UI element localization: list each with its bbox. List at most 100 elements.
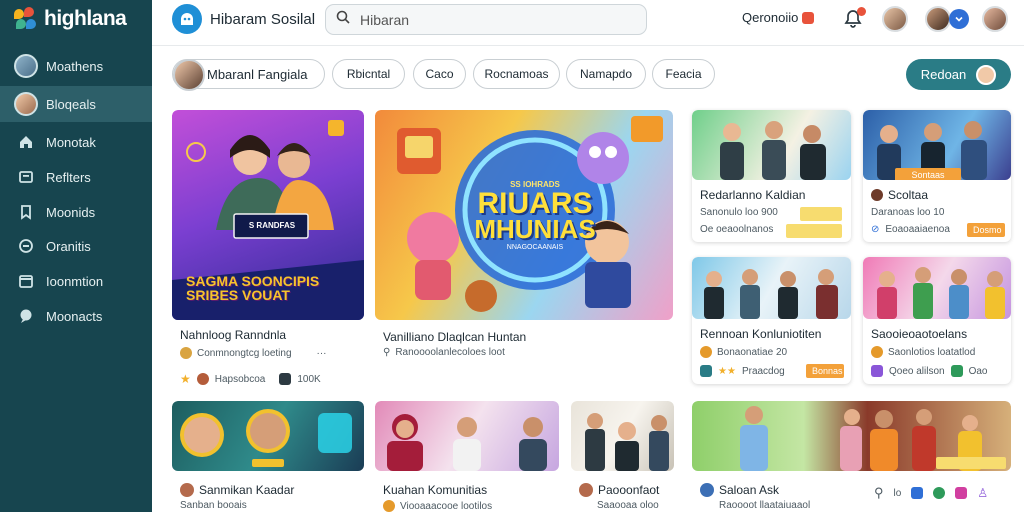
- chevron-down-icon[interactable]: [949, 9, 969, 29]
- card-title: Scoltaa: [871, 188, 928, 202]
- avatar: [976, 64, 997, 85]
- folder-icon: [14, 165, 38, 189]
- sidebar-item-label: Monotak: [46, 134, 96, 150]
- card-thumbnail: [571, 401, 674, 471]
- cta-button[interactable]: Redoan: [906, 59, 1011, 90]
- more-icon[interactable]: ···: [317, 348, 327, 359]
- card-meta-text: Oe oeaoolnanos: [700, 224, 774, 235]
- chip-filter[interactable]: Namapdo: [566, 59, 646, 89]
- chat-icon: [14, 304, 38, 328]
- card-subtitle-text: Viooaaacooe lootilos: [400, 500, 493, 512]
- status-badge: Bonnas: [806, 364, 844, 378]
- sidebar-item-label: Moonacts: [46, 308, 103, 324]
- top-header: Hibaram Sosilal Qeronoiio: [152, 0, 1024, 46]
- thumbnail-headline-2: MHUNIAS: [474, 214, 596, 244]
- brand[interactable]: Hibaram Sosilal: [172, 4, 315, 34]
- content-card[interactable]: Kuahan Komunitias Viooaaacooe lootilos: [375, 401, 559, 512]
- thumbnail-tag: Sontaas: [895, 168, 961, 180]
- content-card[interactable]: Rennoan Konluniotiten Bonaonatiae 20 ★★ …: [692, 257, 851, 384]
- like-icon[interactable]: [933, 487, 946, 499]
- card-subtitle-text: Bonaonatiae 20: [717, 346, 788, 358]
- sidebar-item-ioonmtion[interactable]: Ioonmtion: [0, 263, 152, 299]
- content-card[interactable]: S RANDFAS SAGMA SOONCIPIS SRIBES VOUAT N…: [172, 110, 364, 390]
- heart-icon[interactable]: [955, 487, 968, 499]
- avatar: [173, 59, 205, 91]
- sidebar-item-label: Bloqeals: [46, 96, 96, 112]
- thumbnail-banner: SAGMA SOONCIPIS SRIBES VOUAT: [186, 273, 320, 303]
- card-subtitle: Bonaonatiae 20: [700, 346, 787, 358]
- search-icon[interactable]: ⚲: [874, 485, 884, 501]
- video-icon: [279, 373, 292, 385]
- status-badge: [786, 224, 842, 238]
- card-title: Rennoan Konluniotiten: [700, 327, 822, 341]
- sidebar-item-moonids[interactable]: Moonids: [0, 194, 152, 230]
- card-thumbnail: [172, 401, 364, 471]
- search-bar[interactable]: [325, 4, 647, 35]
- card-title: Saooieoaotoelans: [871, 327, 968, 341]
- card-title: Nahnloog Ranndnla: [180, 328, 287, 342]
- sidebar-item-reflters[interactable]: Reflters: [0, 159, 152, 195]
- avatar[interactable]: [925, 6, 951, 32]
- card-title: Sanmikan Kaadar: [180, 483, 294, 497]
- chip-user-label: Mbaranl Fangiala: [207, 66, 308, 82]
- avatar: [700, 483, 714, 497]
- card-subtitle: ⚲ Ranoooolanlecoloes loot: [383, 347, 505, 358]
- brand-logo-icon: [172, 4, 202, 34]
- card-title: Redarlanno Kaldian: [700, 188, 806, 202]
- content-card[interactable]: Saloan Ask Raoooot llaataiuaaol ⚲ lo ♙: [692, 401, 1011, 512]
- content-card[interactable]: Redarlanno Kaldian Sanonulo loo 900 Oe o…: [692, 110, 851, 242]
- card-thumbnail: [375, 401, 559, 471]
- header-link[interactable]: Qeronoiio: [742, 10, 815, 25]
- card-action-text: lo: [893, 487, 902, 499]
- sidebar-item-moonacts[interactable]: Moonacts: [0, 298, 152, 334]
- chip-filter[interactable]: Rocnamoas: [473, 59, 560, 89]
- chip-filter[interactable]: Rbicntal: [332, 59, 405, 89]
- chip-filter[interactable]: Caco: [413, 59, 466, 89]
- card-title: Saloan Ask: [700, 483, 779, 497]
- card-subtitle-text: Sanonulo loo 900: [700, 207, 778, 218]
- thumbnail-sign: S RANDFAS: [248, 221, 296, 230]
- search-input[interactable]: [360, 11, 620, 28]
- chip-filter[interactable]: Feacia: [652, 59, 715, 89]
- bell-icon[interactable]: [842, 7, 866, 30]
- sidebar-item-label: Moonids: [46, 204, 96, 220]
- card-meta: ★ Hapsobcoa 100K: [180, 372, 321, 386]
- card-title: Paooonfaot: [579, 483, 659, 497]
- avatar: [180, 483, 194, 497]
- sidebar-item-label: Oranitis: [46, 238, 91, 254]
- card-title-text: Scoltaa: [888, 188, 929, 202]
- chip-user[interactable]: Mbaranl Fangiala: [172, 59, 325, 91]
- card-subtitle: Daranoas loo 10: [871, 207, 944, 218]
- sidebar-item-oranitis[interactable]: Oranitis: [0, 228, 152, 264]
- chip-label: Rbicntal: [346, 67, 391, 81]
- card-thumbnail: [692, 257, 851, 319]
- content-card[interactable]: Sontaas Scoltaa Daranoas loo 10 ⊘ Eoaoaa…: [863, 110, 1011, 242]
- avatar[interactable]: [982, 6, 1008, 32]
- card-subtitle-text: Daranoas loo 10: [871, 207, 945, 218]
- content-card[interactable]: Sanmikan Kaadar Sanban booais: [172, 401, 364, 512]
- sidebar-item-label: Moathens: [46, 58, 104, 74]
- card-meta-text: Qoeo alilson: [889, 365, 945, 377]
- sidebar-item-bloqeals[interactable]: Bloqeals: [0, 86, 152, 122]
- content-card[interactable]: Saooieoaotoelans Saonlotios loatatlod Qo…: [863, 257, 1011, 384]
- card-meta: ⊘ Eoaoaaiaenoa: [871, 224, 950, 235]
- star-icon: ★: [180, 372, 191, 386]
- calendar-icon: [14, 269, 38, 293]
- card-thumbnail: [692, 110, 851, 180]
- thumbnail-ring-bottom: NNAGOCAANAIS: [506, 244, 564, 251]
- person-icon[interactable]: ♙: [977, 486, 988, 500]
- app-logo[interactable]: highlana: [14, 6, 127, 32]
- content-card[interactable]: SS IOHRADS RIUARS MHUNIAS NNAGOCAANAIS V…: [375, 110, 673, 372]
- content-card[interactable]: Paooonfaot Saaooaa oloo: [571, 401, 674, 512]
- brand-title: Hibaram Sosilal: [210, 10, 316, 28]
- bell-badge: [857, 7, 866, 16]
- sidebar-item-monotak[interactable]: Monotak: [0, 124, 152, 160]
- card-title-text: Paooonfaot: [598, 483, 660, 497]
- card-subtitle: Raoooot llaataiuaaol: [719, 500, 810, 511]
- share-icon[interactable]: [911, 487, 924, 499]
- card-meta-text: Praacdog: [741, 365, 785, 377]
- star-icon: ★★: [718, 365, 736, 377]
- avatar[interactable]: [882, 6, 908, 32]
- sidebar-item-moathens[interactable]: Moathens: [0, 48, 152, 84]
- card-subtitle-text: Raoooot llaataiuaaol: [719, 500, 811, 511]
